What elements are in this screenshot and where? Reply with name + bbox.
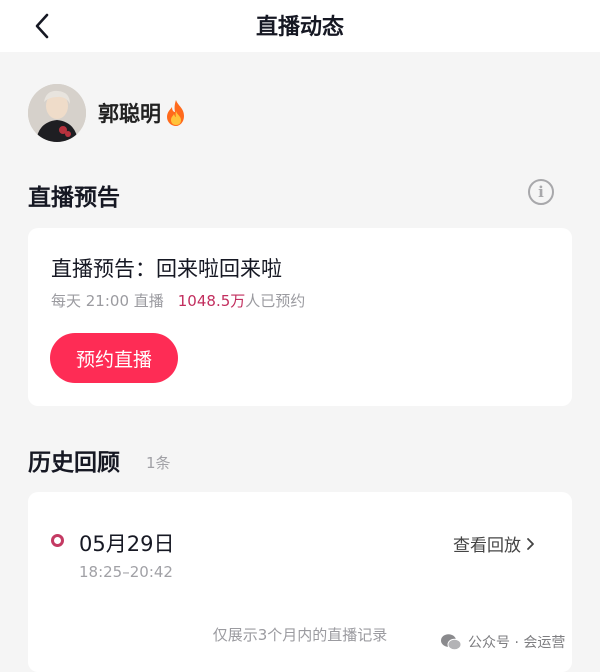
reserve-count: 1048.5万 <box>177 292 246 310</box>
avatar-image <box>28 84 86 142</box>
reserve-live-button[interactable]: 预约直播 <box>50 333 178 383</box>
user-name[interactable]: 郭聪明 <box>98 98 161 128</box>
history-count: 1条 <box>146 454 171 472</box>
avatar[interactable] <box>28 84 86 142</box>
preview-section-title: 直播预告 <box>28 185 120 211</box>
wechat-icon <box>441 634 462 651</box>
fire-icon <box>167 100 184 126</box>
record-time: 18:25–20:42 <box>79 563 173 581</box>
page-title: 直播动态 <box>255 15 344 40</box>
watermark: 公众号 · 会运营 <box>440 632 565 652</box>
view-replay-link[interactable]: 查看回放 <box>453 531 535 556</box>
live-preview-card: 直播预告：回来啦回来啦 每天 21:00 直播 1048.5万人已预约 预约直播 <box>28 228 572 406</box>
info-icon[interactable]: i <box>528 179 554 205</box>
top-bar: 直播动态 <box>0 0 600 52</box>
preview-meta: 每天 21:00 直播 1048.5万人已预约 <box>51 290 305 311</box>
reserve-suffix: 人已预约 <box>245 292 306 310</box>
record-dot-icon <box>51 534 64 547</box>
chevron-right-icon <box>527 537 534 550</box>
user-row[interactable]: 郭聪明 <box>28 84 188 142</box>
preview-title: 直播预告：回来啦回来啦 <box>51 257 282 281</box>
preview-schedule: 每天 21:00 直播 <box>51 292 164 310</box>
view-replay-label: 查看回放 <box>453 536 521 556</box>
history-section-title: 历史回顾 <box>28 450 120 476</box>
record-date: 05月29日 <box>79 532 175 556</box>
watermark-text: 公众号 · 会运营 <box>468 635 566 651</box>
